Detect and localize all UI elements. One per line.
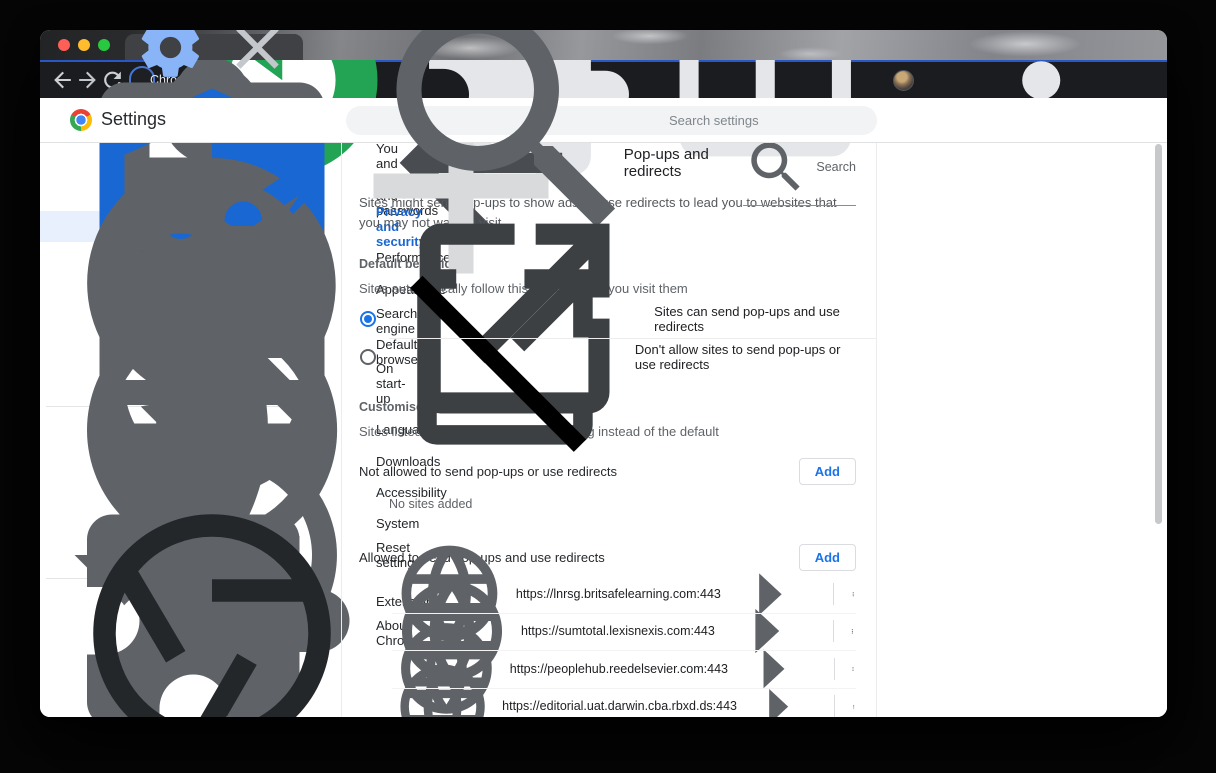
radio-button[interactable]: [360, 349, 376, 365]
page-scrollbar[interactable]: [1155, 144, 1162, 524]
close-icon[interactable]: [221, 30, 294, 84]
browser-window: Settings – Pop-ups and redirec Chrome | …: [40, 30, 1167, 717]
sidebar-group-footer: Extensions About Chrome: [40, 464, 440, 717]
chrome-logo-icon: [70, 109, 92, 131]
default-behaviour-options: Sites can send pop-ups and use redirects…: [359, 224, 876, 452]
settings-header: Settings Search settings: [40, 30, 1167, 227]
chevron-down-icon[interactable]: [857, 38, 1157, 338]
option-label: Sites can send pop-ups and use redirects: [654, 304, 840, 334]
option-label: Don't allow sites to send pop-ups or use…: [634, 342, 841, 372]
option-icon: [388, 240, 622, 474]
zoom-window-button[interactable]: [98, 39, 110, 51]
site-url: https://editorial.uat.darwin.cba.rbxd.ds…: [502, 699, 737, 714]
globe-icon: [392, 656, 493, 717]
site-row[interactable]: https://editorial.uat.darwin.cba.rbxd.ds…: [359, 664, 856, 717]
site-url: https://peoplehub.reedelsevier.com:443: [509, 661, 728, 676]
gear-icon: [134, 30, 207, 84]
tab-settings[interactable]: Settings – Pop-ups and redirec: [125, 30, 303, 77]
allowed-sites-list: https://lnrsg.britsafelearning.com:443 h…: [359, 545, 856, 717]
window-controls: [58, 39, 110, 51]
popups-settings-panel: Pop-ups and redirects Search Sites might…: [341, 143, 877, 717]
minimize-window-button[interactable]: [78, 39, 90, 51]
page-title: Settings: [101, 109, 167, 129]
more-actions-kebab-icon[interactable]: [851, 704, 856, 709]
desktop-background: Settings – Pop-ups and redirec Chrome | …: [0, 0, 1216, 773]
expand-chevron-icon[interactable]: [737, 666, 818, 717]
subpage-search-placeholder: Search: [816, 160, 856, 174]
sidebar-item-icon: [62, 483, 362, 717]
sidebar-item[interactable]: About Chrome: [40, 514, 422, 717]
site-url: https://sumtotal.lexisnexis.com:443: [520, 624, 715, 639]
site-row-actions: [737, 666, 856, 717]
close-window-button[interactable]: [58, 39, 70, 51]
site-url: https://lnrsg.britsafelearning.com:443: [515, 586, 721, 601]
no-sites-added-text: No sites added: [389, 497, 473, 511]
radio-button[interactable]: [360, 311, 376, 327]
search-icon: [743, 143, 809, 200]
settings-sidebar: You and Google Autofill and passwords: [40, 57, 450, 717]
settings-search-placeholder: Search settings: [669, 113, 759, 128]
subpage-search-input[interactable]: Search: [743, 143, 856, 207]
settings-search-input[interactable]: Search settings: [346, 30, 877, 227]
radio-option-row[interactable]: Don't allow sites to send pop-ups or use…: [359, 269, 876, 452]
add-not-allowed-button[interactable]: Add: [798, 457, 856, 485]
